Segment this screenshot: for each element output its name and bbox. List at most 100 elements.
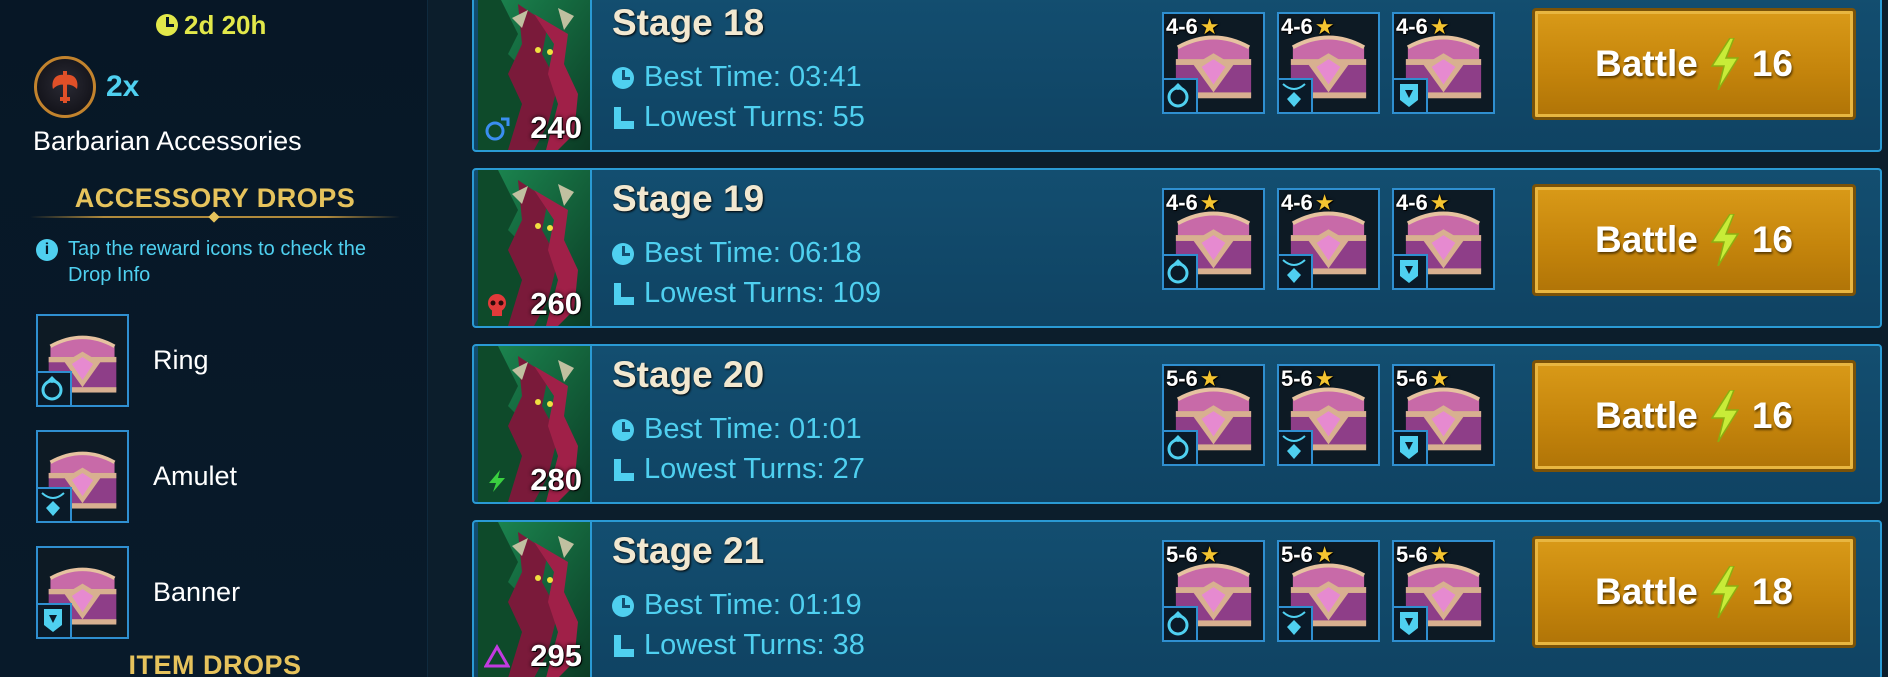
turns-icon xyxy=(612,634,634,657)
reward-rank: 4-6 ★ xyxy=(1396,190,1450,215)
ring-chest-icon[interactable] xyxy=(36,313,129,407)
reward-rank: 5-6 ★ xyxy=(1281,542,1335,567)
stage-power: 240 xyxy=(530,110,582,145)
stage-row[interactable]: 240 Stage 18 Best Time: 03:41 Lowest Tur… xyxy=(472,0,1882,152)
drop-label: Ring xyxy=(153,344,209,375)
clock-icon xyxy=(156,14,178,36)
stage-power: 280 xyxy=(530,462,582,497)
stage-rewards: 5-6 ★ 5-6 ★ 5-6 ★ xyxy=(1162,540,1495,642)
turns-icon xyxy=(612,282,634,305)
amulet-icon xyxy=(1282,611,1306,635)
drop-multiplier: 2x xyxy=(106,70,140,103)
banner-icon xyxy=(1400,260,1418,283)
reward-chest-banner[interactable]: 5-6 ★ xyxy=(1392,540,1495,642)
banner-icon xyxy=(1400,612,1418,635)
stage-title: Stage 19 xyxy=(612,178,765,219)
turns-icon xyxy=(612,106,634,129)
best-time: Best Time: 03:41 xyxy=(612,61,862,94)
ring-icon xyxy=(1167,611,1189,636)
star-icon: ★ xyxy=(1429,14,1450,39)
drop-item-amulet[interactable]: Amulet xyxy=(36,418,240,534)
drop-info-hint: i Tap the reward icons to check the Drop… xyxy=(36,236,408,288)
stage-rewards: 4-6 ★ 4-6 ★ 4-6 ★ xyxy=(1162,12,1495,114)
star-icon: ★ xyxy=(1199,14,1220,39)
stage-rewards: 4-6 ★ 4-6 ★ 4-6 ★ xyxy=(1162,188,1495,290)
reward-chest-amulet[interactable]: 5-6 ★ xyxy=(1277,540,1380,642)
boss-portrait-frame: 240 xyxy=(478,0,592,150)
amulet-type-badge xyxy=(38,486,72,521)
star-icon: ★ xyxy=(1314,14,1335,39)
reward-rank: 4-6 ★ xyxy=(1281,190,1335,215)
energy-icon xyxy=(1710,390,1740,442)
reward-chest-ring[interactable]: 5-6 ★ xyxy=(1162,540,1265,642)
amulet-type-badge xyxy=(1279,430,1313,464)
battle-label: Battle xyxy=(1595,219,1698,260)
ring-icon xyxy=(1167,259,1189,284)
banner-chest-icon[interactable] xyxy=(36,545,129,639)
lowest-turns-text: Lowest Turns: 38 xyxy=(644,629,865,661)
reward-chest-banner[interactable]: 4-6 ★ xyxy=(1392,188,1495,290)
banner-type-badge xyxy=(1394,606,1428,640)
lowest-turns-text: Lowest Turns: 55 xyxy=(644,101,865,133)
battle-button[interactable]: Battle 16 xyxy=(1532,360,1856,472)
reward-rank: 5-6 ★ xyxy=(1281,366,1335,391)
set-name: Barbarian Accessories xyxy=(33,126,302,156)
clock-icon xyxy=(612,594,634,617)
stage-title: Stage 18 xyxy=(612,2,765,43)
reward-chest-amulet[interactable]: 4-6 ★ xyxy=(1277,12,1380,114)
star-icon: ★ xyxy=(1429,190,1450,215)
accessory-drop-list: Ring Amulet Banner xyxy=(36,302,240,650)
drop-item-ring[interactable]: Ring xyxy=(36,302,240,418)
lowest-turns-text: Lowest Turns: 27 xyxy=(644,453,865,485)
lowest-turns: Lowest Turns: 38 xyxy=(612,629,865,662)
clock-icon xyxy=(612,66,634,89)
battle-button[interactable]: Battle 18 xyxy=(1532,536,1856,648)
reward-chest-banner[interactable]: 4-6 ★ xyxy=(1392,12,1495,114)
reward-chest-ring[interactable]: 4-6 ★ xyxy=(1162,188,1265,290)
barbarian-set-icon[interactable] xyxy=(34,56,96,118)
reward-rank: 4-6 ★ xyxy=(1166,14,1220,39)
banner-icon xyxy=(44,608,62,632)
energy-icon xyxy=(1710,38,1740,90)
reward-chest-banner[interactable]: 5-6 ★ xyxy=(1392,364,1495,466)
star-icon: ★ xyxy=(1314,542,1335,567)
stage-row[interactable]: 260 Stage 19 Best Time: 06:18 Lowest Tur… xyxy=(472,168,1882,328)
clock-icon xyxy=(612,242,634,265)
star-icon: ★ xyxy=(1429,542,1450,567)
stage-row[interactable]: 280 Stage 20 Best Time: 01:01 Lowest Tur… xyxy=(472,344,1882,504)
reward-chest-amulet[interactable]: 4-6 ★ xyxy=(1277,188,1380,290)
magic-affinity-icon xyxy=(485,117,510,141)
reward-chest-amulet[interactable]: 5-6 ★ xyxy=(1277,364,1380,466)
amulet-icon xyxy=(41,491,65,516)
banner-type-badge xyxy=(1394,254,1428,288)
amulet-icon xyxy=(1282,435,1306,459)
amulet-type-badge xyxy=(1279,254,1313,288)
stage-title: Stage 20 xyxy=(612,354,765,395)
star-icon: ★ xyxy=(1314,190,1335,215)
reward-chest-ring[interactable]: 5-6 ★ xyxy=(1162,364,1265,466)
battle-label: Battle xyxy=(1595,43,1698,84)
best-time-text: Best Time: 03:41 xyxy=(644,61,862,93)
reward-chest-ring[interactable]: 4-6 ★ xyxy=(1162,12,1265,114)
ring-type-badge xyxy=(38,370,72,405)
dungeon-info-panel: 2d 20h 2x Barbarian Accessories ACCESSOR… xyxy=(0,0,428,677)
amulet-icon xyxy=(1282,259,1306,283)
item-drops-title: ITEM DROPS xyxy=(128,650,302,677)
battle-button[interactable]: Battle 16 xyxy=(1532,8,1856,120)
drop-item-banner[interactable]: Banner xyxy=(36,534,240,650)
drop-label: Banner xyxy=(153,576,241,607)
star-icon: ★ xyxy=(1429,366,1450,391)
banner-type-badge xyxy=(1394,78,1428,112)
banner-type-badge xyxy=(1394,430,1428,464)
banner-icon xyxy=(1400,84,1418,107)
energy-cost: 16 xyxy=(1751,219,1793,260)
stage-row[interactable]: 295 Stage 21 Best Time: 01:19 Lowest Tur… xyxy=(472,520,1882,677)
best-time: Best Time: 01:01 xyxy=(612,413,862,446)
battle-button[interactable]: Battle 16 xyxy=(1532,184,1856,296)
ring-icon xyxy=(1167,83,1189,108)
energy-icon xyxy=(1710,566,1740,618)
drop-label: Amulet xyxy=(153,460,238,491)
ring-icon xyxy=(41,375,63,400)
energy-icon xyxy=(1710,214,1740,266)
amulet-chest-icon[interactable] xyxy=(36,429,129,523)
